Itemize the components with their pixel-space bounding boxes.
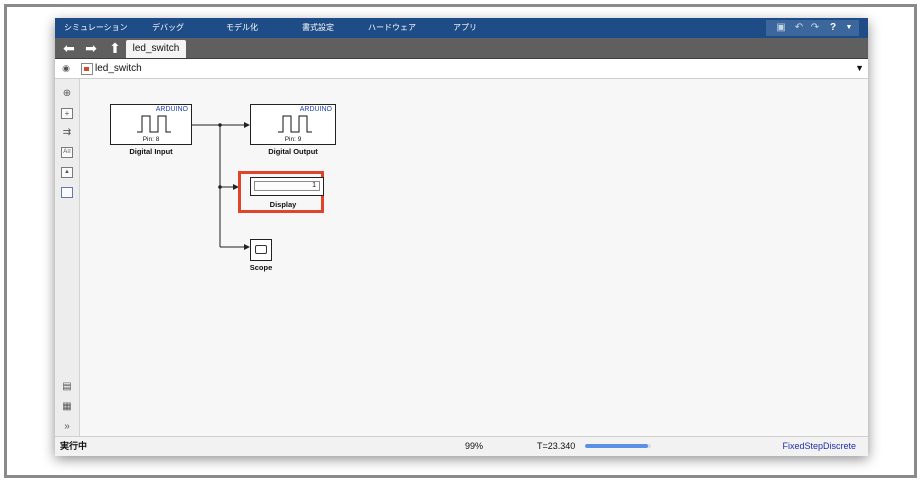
expand-icon[interactable]: » [60,421,74,432]
menu-debug[interactable]: デバッグ [152,18,184,38]
navigation-bar: ⬅ ➡ ⬆ led_switch [55,38,868,59]
progress-fill [585,444,648,448]
simulation-progress [585,444,651,448]
model-icon [81,63,93,75]
redo-icon[interactable]: ↷ [808,21,822,35]
tab-led-switch[interactable]: led_switch [126,40,186,58]
undo-icon[interactable]: ↶ [792,21,806,35]
block-label-digital-output: Digital Output [268,147,318,156]
hide-browser-icon[interactable]: ◉ [60,62,72,74]
digital-input-block[interactable]: ARDUINO Pin: 8 [110,104,192,145]
hardware-label: ARDUINO [155,106,188,113]
fit-view-icon[interactable]: + [61,108,73,119]
block-label-digital-input: Digital Input [129,147,173,156]
menu-format[interactable]: 書式設定 [302,18,334,38]
hardware-label: ARDUINO [299,106,332,113]
pin-label: Pin: 9 [284,136,302,143]
forward-arrow-icon[interactable]: ➡ [82,40,100,56]
pulse-icon [278,115,312,133]
area-icon[interactable] [61,187,73,198]
back-arrow-icon[interactable]: ⬅ [60,40,78,56]
block-label-scope: Scope [249,263,273,272]
chevron-down-icon[interactable]: ▼ [855,59,864,78]
signal-lines [192,122,250,250]
pulse-icon [137,115,171,133]
pin-label: Pin: 8 [142,136,160,143]
model-canvas[interactable]: ARDUINO Pin: 8 Digital Input ARDUINO Pin… [80,79,868,436]
simulation-time: T=23.340 [537,441,576,451]
zoom-level: 99% [465,441,484,451]
dropdown-icon[interactable]: ▼ [842,21,856,35]
image-icon[interactable]: ▲ [61,167,73,178]
scope-screen-icon [255,245,267,254]
run-state: 実行中 [60,441,88,451]
menu-apps[interactable]: アプリ [453,18,477,38]
help-icon[interactable]: ? [826,21,840,35]
property-inspector-icon[interactable]: ▦ [60,401,74,412]
menu-hardware[interactable]: ハードウェア [368,18,416,38]
display-block[interactable]: 1 [250,177,324,196]
menu-bar: シミュレーション デバッグ モデル化 書式設定 ハードウェア アプリ ▣ ↶ ↷… [55,18,868,38]
screenshot-icon[interactable]: ▤ [60,381,74,392]
menu-modeling[interactable]: モデル化 [226,18,258,38]
status-bar: 実行中 99% T=23.340 FixedStepDiscrete [55,436,868,456]
zoom-icon[interactable]: ⊕ [60,88,74,99]
palette-toolbar: ⊕ + ⇉ A≡ ▲ ▤ ▦ » [55,79,80,436]
scope-block[interactable] [250,239,272,261]
arrow-icon[interactable]: ⇉ [60,127,74,138]
up-arrow-icon[interactable]: ⬆ [106,40,124,56]
save-icon[interactable]: ▣ [774,21,788,35]
address-bar: ◉ led_switch ▼ [55,59,868,79]
display-value: 1 [254,181,320,191]
model-path[interactable]: led_switch [95,59,142,78]
digital-output-block[interactable]: ARDUINO Pin: 9 [250,104,336,145]
simulink-window: シミュレーション デバッグ モデル化 書式設定 ハードウェア アプリ ▣ ↶ ↷… [55,18,868,456]
solver-name[interactable]: FixedStepDiscrete [782,437,856,456]
annotation-icon[interactable]: A≡ [61,147,73,158]
menu-simulation[interactable]: シミュレーション [64,18,128,38]
block-label-display: Display [269,200,297,209]
